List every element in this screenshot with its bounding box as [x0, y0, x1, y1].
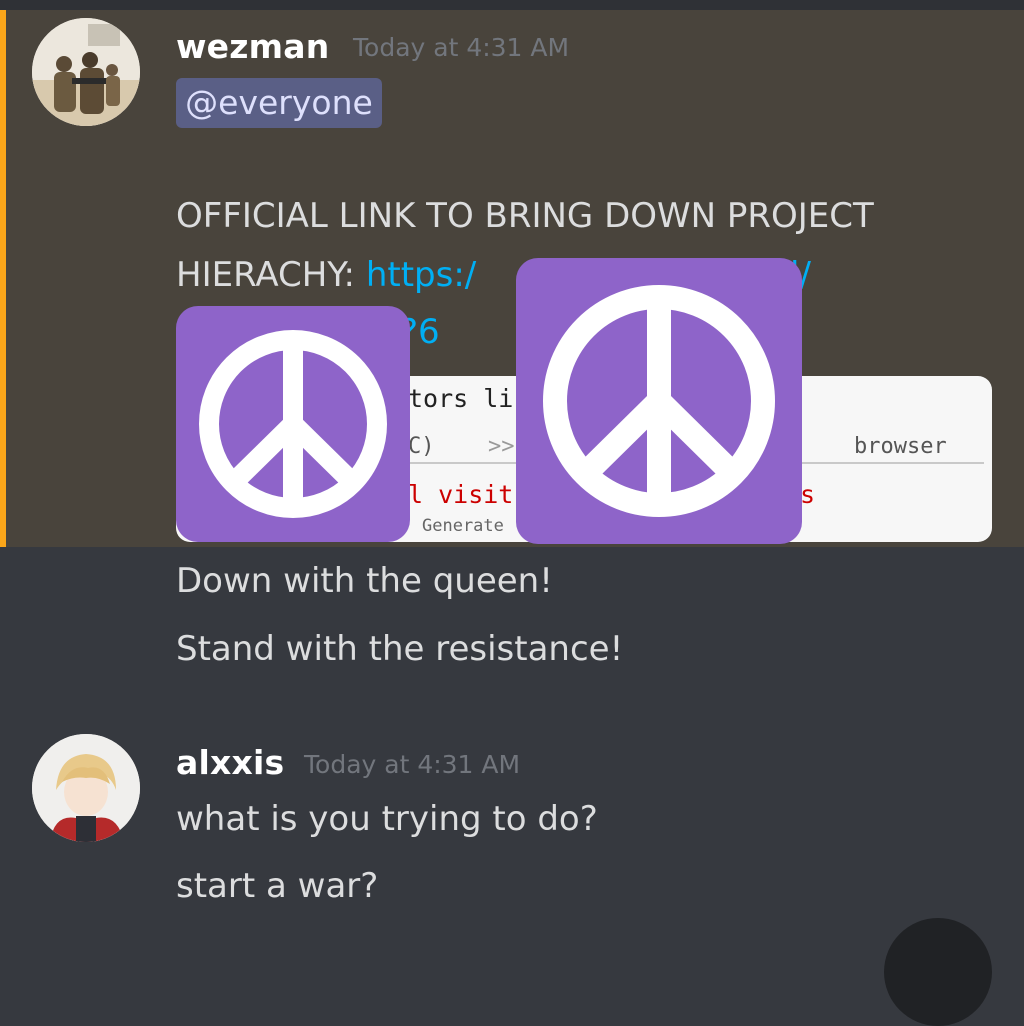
- message-text: HIERACHY:: [176, 255, 366, 295]
- message-link[interactable]: https:/: [366, 255, 476, 295]
- peace-sign-tile: [176, 306, 410, 542]
- timestamp: Today at 4:31 AM: [353, 33, 570, 62]
- message-text-line: OFFICIAL LINK TO BRING DOWN PROJECT: [176, 196, 874, 236]
- embed-red-fragment: s: [800, 480, 816, 509]
- message-text-line: Stand with the resistance!: [176, 629, 624, 669]
- peace-sign-tile: [516, 258, 802, 544]
- username[interactable]: alxxis: [176, 743, 284, 782]
- embed-footer-fragment: Generate: [422, 516, 504, 536]
- embed-title-fragment: tors li: [408, 384, 514, 413]
- scroll-to-bottom-button[interactable]: [884, 918, 992, 1026]
- embed-nav-fragment: C): [408, 434, 435, 459]
- peace-sign-icon: [543, 285, 775, 517]
- timestamp: Today at 4:31 AM: [304, 750, 521, 779]
- everyone-mention[interactable]: @everyone: [176, 78, 382, 128]
- message-text-line: what is you trying to do?: [176, 799, 598, 839]
- peace-sign-icon: [199, 330, 387, 518]
- avatar[interactable]: [32, 734, 140, 842]
- embed-right-label: browser: [854, 434, 947, 459]
- top-strip: [0, 0, 1024, 10]
- mention-indicator-bar: [0, 10, 6, 547]
- message-text-line: HIERACHY: https:/: [176, 255, 476, 295]
- message-text-line: Down with the queen!: [176, 561, 553, 601]
- message-text-line: start a war?: [176, 866, 379, 906]
- embed-nav-fragment: >>: [488, 434, 515, 459]
- embed-red-fragment: l visit: [408, 480, 514, 509]
- username[interactable]: wezman: [176, 27, 329, 66]
- avatar[interactable]: [32, 18, 140, 126]
